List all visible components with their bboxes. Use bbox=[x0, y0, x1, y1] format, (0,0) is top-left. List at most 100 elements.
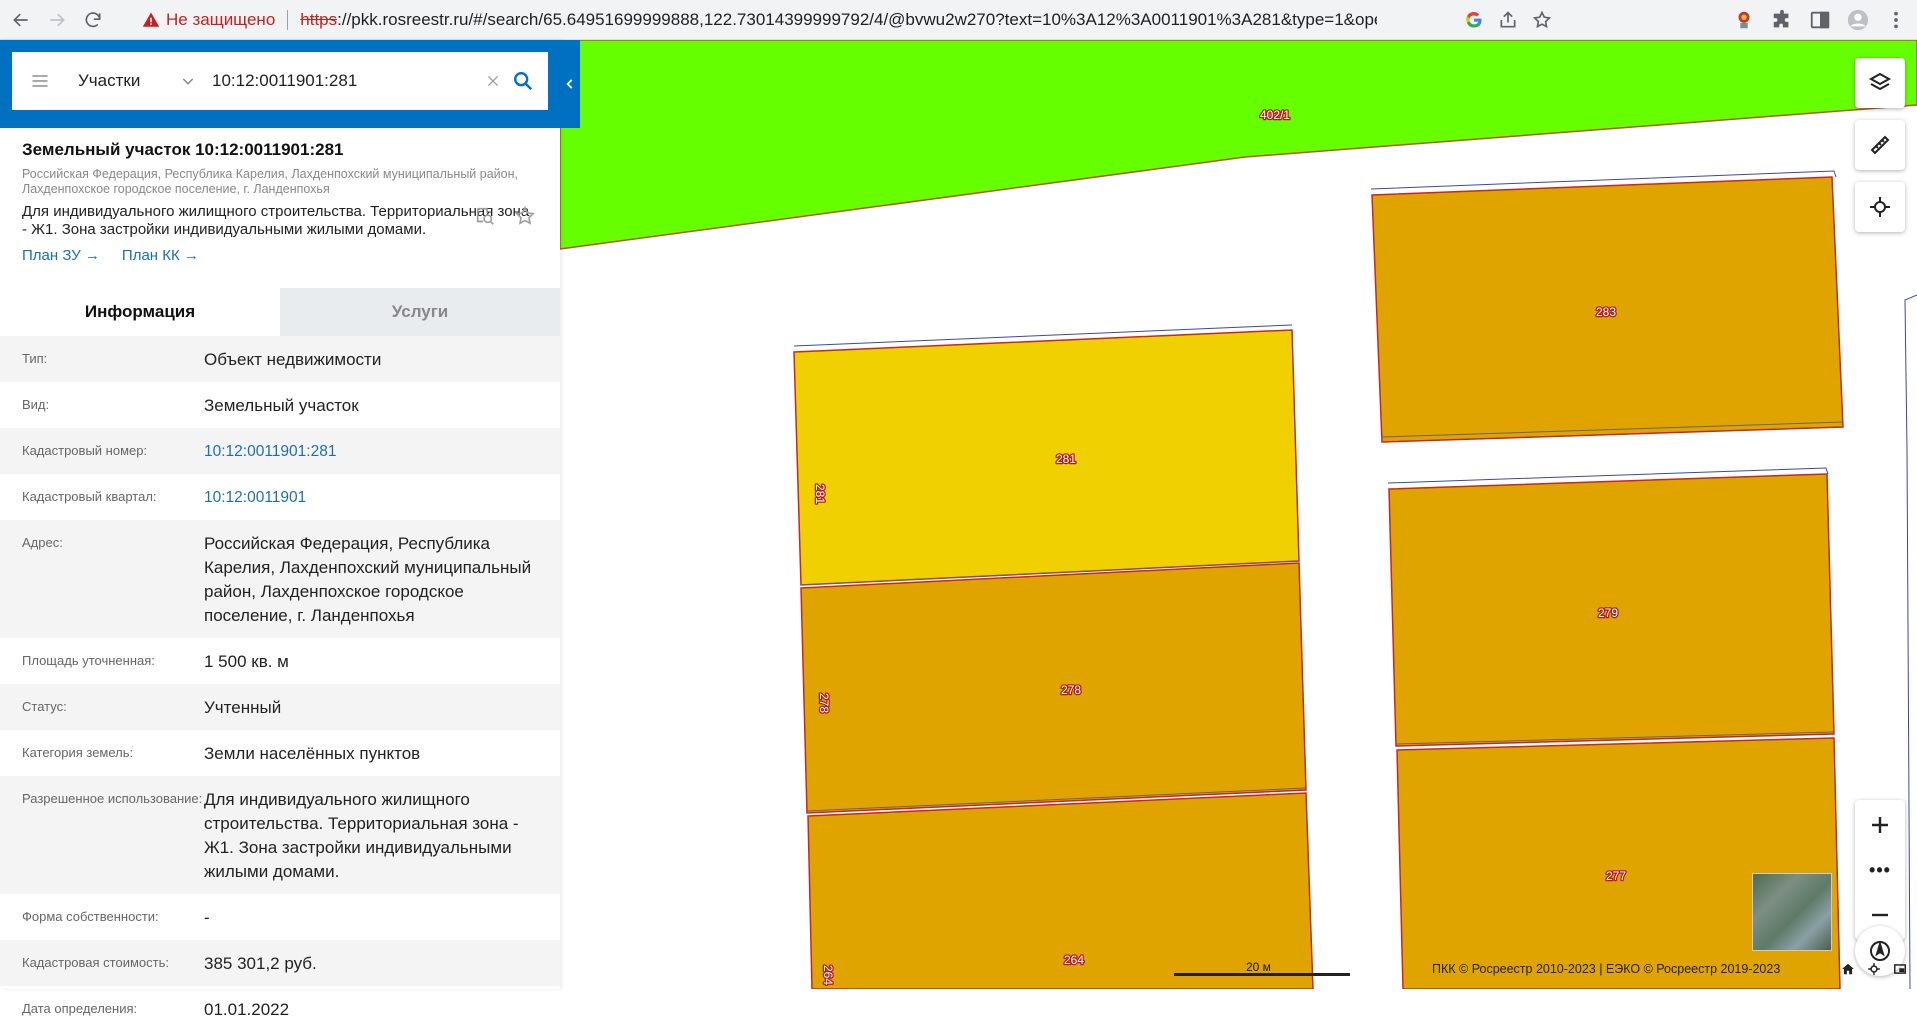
zoom-more-button[interactable]: ••• bbox=[1855, 850, 1905, 890]
label-278-side: 278 bbox=[817, 693, 831, 713]
compass-icon bbox=[1870, 940, 1890, 961]
info-value: Российская Федерация, Республика Карелия… bbox=[204, 534, 532, 625]
hamburger-icon[interactable] bbox=[20, 52, 60, 110]
info-value: Объект недвижимости bbox=[204, 350, 382, 369]
info-row: Кадастровая стоимость: 385 301,2 руб. bbox=[0, 940, 560, 986]
search-input[interactable] bbox=[200, 61, 478, 101]
tab-information[interactable]: Информация bbox=[0, 288, 280, 336]
info-row: Кадастровый номер: 10:12:0011901:281 bbox=[0, 428, 560, 474]
reload-icon[interactable] bbox=[78, 5, 108, 35]
menu-kebab-icon[interactable] bbox=[1885, 9, 1907, 31]
label-279: 279 bbox=[1598, 606, 1618, 620]
target-icon[interactable] bbox=[1867, 962, 1881, 976]
cadastral-quarter-link[interactable]: 10:12:0011901 bbox=[204, 486, 544, 510]
fullscreen-icon[interactable] bbox=[1893, 962, 1907, 976]
search-bar: Участки bbox=[0, 40, 580, 128]
chevron-left-icon bbox=[566, 79, 573, 89]
zoom-to-object-icon[interactable] bbox=[474, 205, 496, 227]
neighbour-boundary bbox=[1904, 294, 1917, 989]
info-row: Форма собственности: - bbox=[0, 894, 560, 940]
minus-icon bbox=[1872, 913, 1888, 917]
object-title: Земельный участок 10:12:0011901:281 bbox=[22, 140, 344, 159]
layers-button[interactable] bbox=[1855, 58, 1905, 108]
extension-avatar-icon[interactable] bbox=[1733, 9, 1755, 31]
info-row: Статус: Учтенный bbox=[0, 684, 560, 730]
info-value: 1 500 кв. м bbox=[204, 652, 289, 671]
copyright-text: ПКК © Росреестр 2010-2023 | ЕЭКО © Росре… bbox=[1432, 962, 1781, 976]
home-icon[interactable] bbox=[1841, 962, 1855, 976]
security-warning[interactable]: Не защищено bbox=[142, 10, 275, 30]
info-value: 385 301,2 руб. bbox=[204, 954, 317, 973]
info-row: Дата определения: 01.01.2022 bbox=[0, 986, 560, 1032]
info-value: Учтенный bbox=[204, 698, 282, 717]
label-402-1: 402/1 bbox=[1260, 108, 1290, 122]
info-label: Площадь уточненная: bbox=[22, 653, 155, 668]
forward-icon[interactable] bbox=[42, 5, 72, 35]
label-281-side: 281 bbox=[813, 484, 827, 504]
parcel-277[interactable] bbox=[1396, 737, 1841, 989]
ruler-button[interactable] bbox=[1855, 120, 1905, 170]
layers-icon bbox=[1868, 72, 1892, 91]
info-row: Разрешенное использование: Для индивидуа… bbox=[0, 776, 560, 894]
object-address: Российская Федерация, Республика Карелия… bbox=[22, 167, 518, 196]
cadastral-number-link[interactable]: 10:12:0011901:281 bbox=[204, 440, 544, 464]
bottom-controls bbox=[1841, 962, 1907, 976]
parcel-278[interactable] bbox=[800, 562, 1307, 814]
ruler-icon bbox=[1870, 135, 1890, 155]
google-icon[interactable] bbox=[1464, 10, 1484, 30]
search-scope-select[interactable]: Участки bbox=[60, 71, 200, 91]
url-scheme: https bbox=[300, 10, 338, 29]
plan-zu-link[interactable]: План ЗУ → bbox=[22, 247, 100, 264]
clear-icon[interactable] bbox=[478, 73, 508, 89]
favorite-star-icon[interactable] bbox=[514, 205, 536, 227]
plus-icon bbox=[1872, 817, 1888, 833]
plan-kk-link[interactable]: План КК → bbox=[122, 247, 199, 264]
label-264: 264 bbox=[1064, 953, 1084, 967]
parcel-281[interactable] bbox=[793, 329, 1300, 586]
bookmark-star-icon[interactable] bbox=[1532, 10, 1552, 30]
info-row: Категория земель: Земли населённых пункт… bbox=[0, 730, 560, 776]
info-label: Тип: bbox=[22, 351, 48, 366]
search-icon[interactable] bbox=[508, 70, 538, 92]
info-label: Разрешенное использование: bbox=[22, 791, 203, 806]
profile-icon[interactable] bbox=[1847, 9, 1869, 31]
info-row: Адрес: Российская Федерация, Республика … bbox=[0, 520, 560, 638]
info-list: Тип: Объект недвижимости Вид: Земельный … bbox=[0, 336, 560, 1032]
extensions-area bbox=[1733, 0, 1907, 40]
scale-label: 20 м bbox=[1246, 960, 1271, 974]
info-value: 01.01.2022 bbox=[204, 1000, 290, 1019]
browser-toolbar: Не защищено https ://pkk.rosreestr.ru/#/… bbox=[0, 0, 1917, 40]
search-scope-value: Участки bbox=[78, 71, 141, 90]
info-label: Кадастровая стоимость: bbox=[22, 955, 169, 970]
info-tabs: Информация Услуги bbox=[0, 288, 560, 336]
search-box: Участки bbox=[12, 52, 548, 110]
puzzle-icon[interactable] bbox=[1771, 9, 1793, 31]
back-icon[interactable] bbox=[6, 5, 36, 35]
label-264-side: 264 bbox=[821, 965, 835, 985]
info-value: Земли населённых пунктов bbox=[204, 744, 421, 763]
label-278: 278 bbox=[1061, 683, 1081, 697]
warning-icon bbox=[142, 12, 160, 27]
url-text: ://pkk.rosreestr.ru/#/search/65.64951699… bbox=[337, 10, 1377, 29]
parcel-264[interactable] bbox=[807, 792, 1314, 989]
address-bar[interactable]: Не защищено https ://pkk.rosreestr.ru/#/… bbox=[134, 4, 1558, 36]
collapse-panel-button[interactable] bbox=[560, 40, 580, 128]
crosshair-icon bbox=[1870, 197, 1890, 217]
plan-links: План ЗУ → План КК → bbox=[22, 247, 538, 264]
info-row: Кадастровый квартал: 10:12:0011901 bbox=[0, 474, 560, 520]
chevron-down-icon bbox=[182, 78, 194, 85]
info-label: Кадастровый квартал: bbox=[22, 489, 157, 504]
tab-services[interactable]: Услуги bbox=[280, 288, 560, 336]
side-panel-icon[interactable] bbox=[1809, 9, 1831, 31]
info-row: Тип: Объект недвижимости bbox=[0, 336, 560, 382]
zoom-in-button[interactable] bbox=[1855, 800, 1905, 850]
object-actions bbox=[474, 205, 536, 227]
satellite-minimap[interactable] bbox=[1752, 873, 1832, 951]
omnibox-divider bbox=[287, 10, 289, 30]
share-icon[interactable] bbox=[1498, 10, 1518, 30]
info-value: Для индивидуального жилищного строительс… bbox=[204, 790, 519, 881]
info-label: Категория земель: bbox=[22, 745, 134, 760]
object-purpose: Для индивидуального жилищного строительс… bbox=[22, 203, 530, 238]
locate-button[interactable] bbox=[1855, 182, 1905, 232]
security-label: Не защищено bbox=[166, 10, 276, 29]
